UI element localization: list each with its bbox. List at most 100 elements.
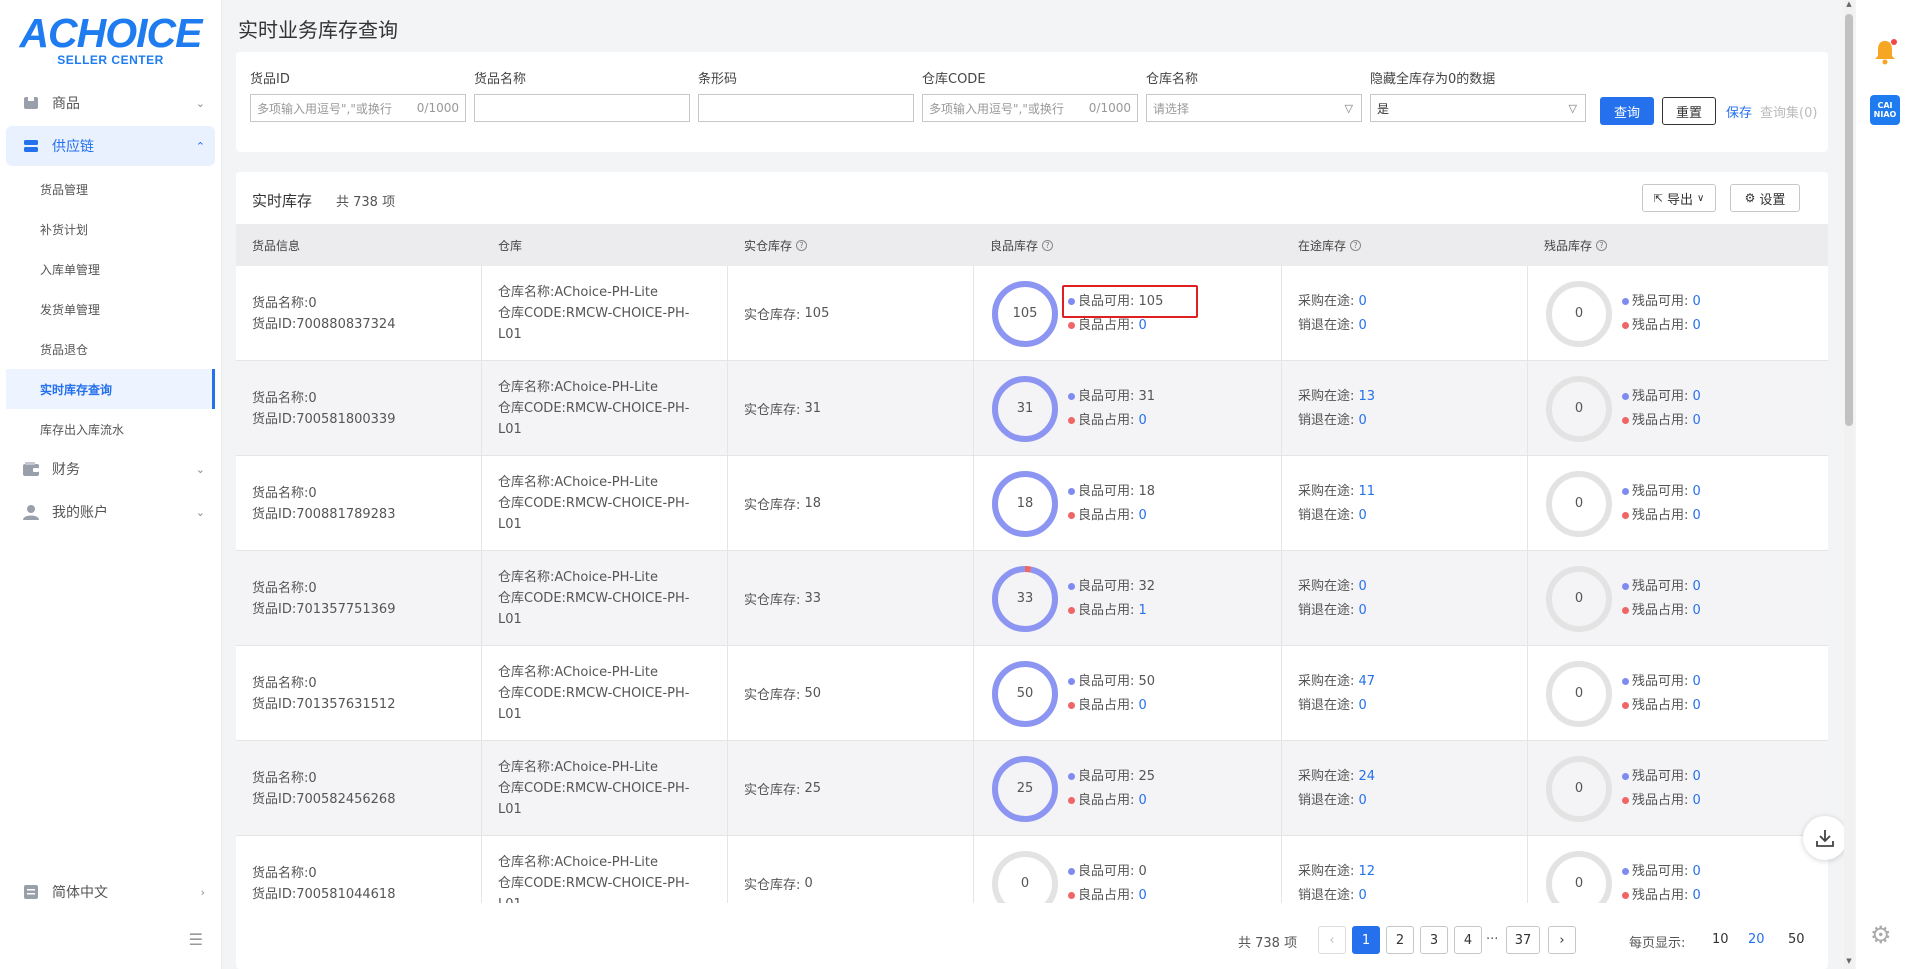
nav-item-my-account[interactable]: 我的账户 ⌄ xyxy=(6,492,215,532)
cell-warehouse: 仓库名称:AChoice-PH-Lite 仓库CODE:RMCW-CHOICE-… xyxy=(482,551,728,646)
page-button[interactable]: 1 xyxy=(1352,926,1380,954)
page-button[interactable]: 3 xyxy=(1420,926,1448,954)
good-occupied-value[interactable]: 0 xyxy=(1139,318,1147,333)
query-button[interactable]: 查询 xyxy=(1600,97,1654,125)
return-transit-value[interactable]: 0 xyxy=(1359,603,1367,618)
defective-available-value[interactable]: 0 xyxy=(1693,579,1701,594)
download-button[interactable] xyxy=(1803,816,1847,860)
defective-occupied-value[interactable]: 0 xyxy=(1693,888,1701,903)
export-icon: ⇱ xyxy=(1653,191,1663,205)
goods-name-input[interactable] xyxy=(474,94,690,122)
scroll-up-arrow[interactable]: ▲ xyxy=(1844,0,1854,12)
defective-occupied-value[interactable]: 0 xyxy=(1693,698,1701,713)
ring-total: 0 xyxy=(1574,876,1584,891)
return-transit-value[interactable]: 0 xyxy=(1359,508,1367,523)
page-button[interactable]: 37 xyxy=(1506,926,1540,954)
good-occupied-value[interactable]: 0 xyxy=(1139,888,1147,903)
good-occupied-value[interactable]: 0 xyxy=(1139,698,1147,713)
return-transit-value[interactable]: 0 xyxy=(1359,793,1367,808)
good-occupied-value[interactable]: 0 xyxy=(1139,793,1147,808)
defective-occupied-value[interactable]: 0 xyxy=(1693,793,1701,808)
cell-defective-stock: 0 残品可用: 0 残品占用: 0 xyxy=(1528,741,1828,836)
help-icon[interactable]: ? xyxy=(796,239,808,251)
page-size-option[interactable]: 50 xyxy=(1788,932,1805,947)
gear-icon[interactable]: ⚙ xyxy=(1870,921,1892,949)
page-button[interactable]: 2 xyxy=(1386,926,1414,954)
defective-available-value[interactable]: 0 xyxy=(1693,389,1701,404)
good-stock-ring-chart: 0 xyxy=(990,849,1060,903)
page-button[interactable]: 4 xyxy=(1454,926,1482,954)
purchase-transit-value[interactable]: 12 xyxy=(1359,864,1376,879)
scrollbar-thumb[interactable] xyxy=(1845,14,1853,426)
good-occupied-value[interactable]: 1 xyxy=(1139,603,1147,618)
return-transit-value[interactable]: 0 xyxy=(1359,318,1367,333)
good-stock-ring-chart: 33 xyxy=(990,564,1060,634)
prev-page-button[interactable]: ‹ xyxy=(1318,926,1346,954)
defective-occupied-value[interactable]: 0 xyxy=(1693,603,1701,618)
sub-item-replenishment-plan[interactable]: 补货计划 xyxy=(6,209,215,249)
purchase-transit-value[interactable]: 0 xyxy=(1359,294,1367,309)
return-transit-value[interactable]: 0 xyxy=(1359,888,1367,903)
sub-item-goods-management[interactable]: 货品管理 xyxy=(6,169,215,209)
good-occupied-value[interactable]: 0 xyxy=(1139,508,1147,523)
purchase-transit-value[interactable]: 47 xyxy=(1359,674,1376,689)
sub-item-inbound-orders[interactable]: 入库单管理 xyxy=(6,249,215,289)
language-selector[interactable]: 简体中文 › xyxy=(6,872,215,912)
help-icon[interactable]: ? xyxy=(1596,239,1608,251)
defective-available-label: 残品可用: xyxy=(1632,293,1689,309)
table-row: 货品名称:0 货品ID:700581800339 仓库名称:AChoice-PH… xyxy=(236,361,1828,456)
sub-item-realtime-inventory[interactable]: 实时库存查询 xyxy=(6,369,215,409)
next-page-button[interactable]: › xyxy=(1548,926,1576,954)
defective-available-value[interactable]: 0 xyxy=(1693,294,1701,309)
defective-available-value[interactable]: 0 xyxy=(1693,674,1701,689)
filter-warehouse-name: 仓库名称 请选择 ▽ xyxy=(1146,68,1362,122)
defective-occupied-value[interactable]: 0 xyxy=(1693,508,1701,523)
page-scrollbar[interactable]: ▲ ▼ xyxy=(1844,0,1854,969)
purchase-transit-value[interactable]: 13 xyxy=(1359,389,1376,404)
help-icon[interactable]: ? xyxy=(1042,239,1054,251)
good-available-value: 31 xyxy=(1138,388,1156,404)
collapse-sidebar-icon[interactable]: ☰ xyxy=(189,930,203,949)
help-icon[interactable]: ? xyxy=(1350,239,1362,251)
purchase-transit-value[interactable]: 24 xyxy=(1359,769,1376,784)
purchase-transit-value[interactable]: 0 xyxy=(1359,579,1367,594)
barcode-input[interactable] xyxy=(698,94,914,122)
warehouse-name-select[interactable]: 请选择 ▽ xyxy=(1146,94,1362,122)
defective-occupied-value[interactable]: 0 xyxy=(1693,318,1701,333)
export-button[interactable]: ⇱ 导出 ∨ xyxy=(1642,184,1716,212)
real-stock-label: 实仓库存: xyxy=(744,308,801,323)
reset-button[interactable]: 重置 xyxy=(1662,97,1716,125)
sub-item-inventory-flow[interactable]: 库存出入库流水 xyxy=(6,409,215,449)
return-transit-value[interactable]: 0 xyxy=(1359,413,1367,428)
purchase-transit-value[interactable]: 11 xyxy=(1359,484,1376,499)
defective-available-value[interactable]: 0 xyxy=(1693,864,1701,879)
nav-item-product[interactable]: 商品 ⌄ xyxy=(6,83,215,123)
defective-occupied-value[interactable]: 0 xyxy=(1693,413,1701,428)
page-size-option[interactable]: 20 xyxy=(1748,932,1765,947)
sub-item-shipment-orders[interactable]: 发货单管理 xyxy=(6,289,215,329)
nav-item-supply-chain[interactable]: 供应链 ⌃ xyxy=(6,126,215,166)
defective-occupied-label: 残品占用: xyxy=(1632,412,1689,428)
cainiao-icon[interactable]: CAI NIAO xyxy=(1870,95,1900,125)
achoice-logo[interactable]: ACHOICE SELLER CENTER xyxy=(0,0,221,75)
scroll-down-arrow[interactable]: ▼ xyxy=(1844,957,1854,969)
return-transit-value[interactable]: 0 xyxy=(1359,698,1367,713)
nav-item-finance[interactable]: 财务 ⌄ xyxy=(6,449,215,489)
sub-item-goods-return[interactable]: 货品退仓 xyxy=(6,329,215,369)
goods-id: 货品ID:701357631512 xyxy=(252,696,396,712)
hide-zero-select[interactable]: 是 ▽ xyxy=(1370,94,1586,122)
cell-in-transit: 采购在途: 0 销退在途: 0 xyxy=(1282,266,1528,361)
page-size-option[interactable]: 10 xyxy=(1712,932,1729,947)
query-set-link[interactable]: 查询集(0) xyxy=(1760,97,1817,125)
good-occupied-value[interactable]: 0 xyxy=(1139,413,1147,428)
settings-button[interactable]: ⚙ 设置 xyxy=(1730,184,1800,212)
goods-id-input[interactable]: 多项输入用逗号","或换行 0/1000 xyxy=(250,94,466,122)
defective-available-value[interactable]: 0 xyxy=(1693,484,1701,499)
defective-available-value[interactable]: 0 xyxy=(1693,769,1701,784)
warehouse-code-input[interactable]: 多项输入用逗号","或换行 0/1000 xyxy=(922,94,1138,122)
filter-label: 条形码 xyxy=(698,72,738,87)
save-link[interactable]: 保存 xyxy=(1726,97,1752,125)
filter-label: 货品ID xyxy=(250,72,290,87)
bell-icon[interactable] xyxy=(1870,36,1900,70)
nav-item-label: 财务 xyxy=(52,462,80,478)
